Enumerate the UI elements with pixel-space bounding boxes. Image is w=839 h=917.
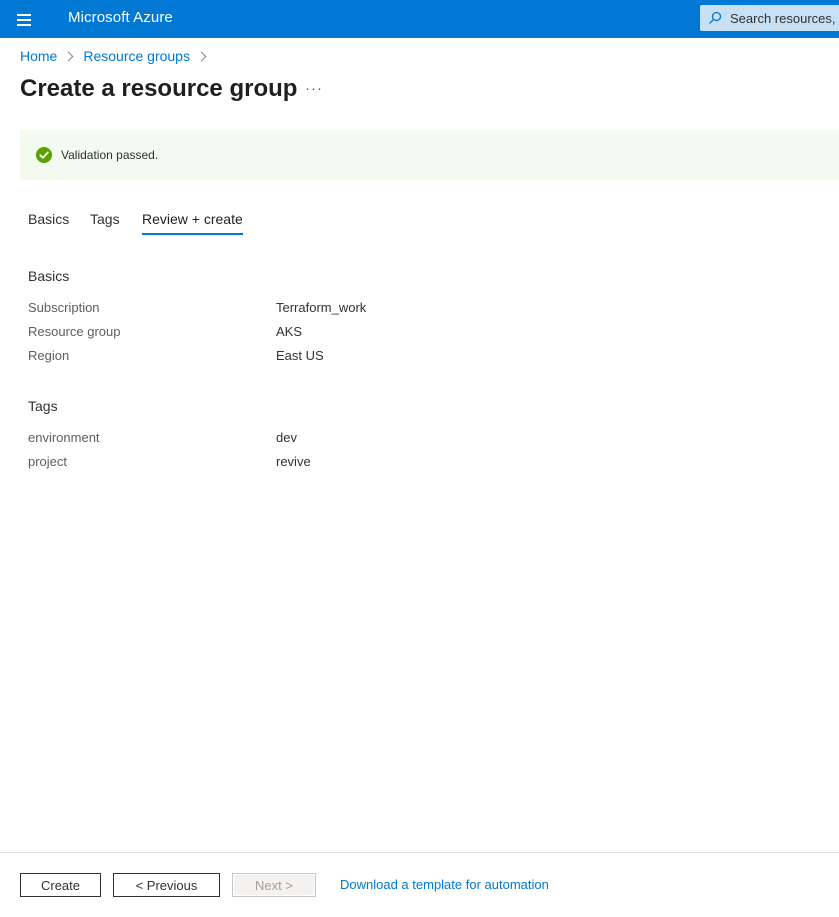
- summary-label: Subscription: [28, 300, 100, 315]
- search-icon: [709, 11, 722, 24]
- tab-tags[interactable]: Tags: [90, 211, 120, 227]
- summary-value: East US: [276, 348, 324, 363]
- tab-review-create[interactable]: Review + create: [142, 211, 243, 235]
- next-button[interactable]: Next >: [232, 873, 316, 897]
- summary-value: Terraform_work: [276, 300, 367, 315]
- previous-button[interactable]: < Previous: [113, 873, 220, 897]
- brand-title[interactable]: Microsoft Azure: [68, 9, 173, 26]
- summary-value: dev: [276, 430, 297, 445]
- summary-label: project: [28, 454, 68, 469]
- search-input[interactable]: Search resources, s: [700, 5, 839, 31]
- page-title: Create a resource group: [20, 75, 298, 102]
- top-bar: Microsoft Azure Search resources, s: [0, 0, 839, 38]
- download-template-link[interactable]: Download a template for automation: [340, 877, 549, 892]
- validation-message: Validation passed.: [61, 148, 159, 162]
- chevron-right-icon: [63, 51, 74, 61]
- summary-value: AKS: [276, 324, 303, 339]
- tab-basics[interactable]: Basics: [28, 211, 69, 227]
- section-title-basics: Basics: [28, 268, 70, 284]
- create-button[interactable]: Create: [20, 873, 101, 897]
- footer-divider: [0, 852, 839, 853]
- search-placeholder: Search resources, s: [730, 11, 839, 26]
- summary-value: revive: [276, 454, 311, 469]
- section-title-tags: Tags: [28, 398, 58, 414]
- breadcrumb: Home Resource groups: [20, 48, 216, 64]
- more-options-icon[interactable]: ···: [305, 80, 323, 97]
- validation-banner: Validation passed.: [20, 130, 839, 180]
- chevron-right-icon: [196, 51, 207, 61]
- summary-label: Region: [28, 348, 70, 363]
- check-circle-icon: [36, 147, 52, 163]
- breadcrumb-resource-groups[interactable]: Resource groups: [83, 48, 190, 64]
- breadcrumb-home[interactable]: Home: [20, 48, 57, 64]
- menu-icon[interactable]: [12, 9, 36, 29]
- summary-label: environment: [28, 430, 100, 445]
- summary-label: Resource group: [28, 324, 121, 339]
